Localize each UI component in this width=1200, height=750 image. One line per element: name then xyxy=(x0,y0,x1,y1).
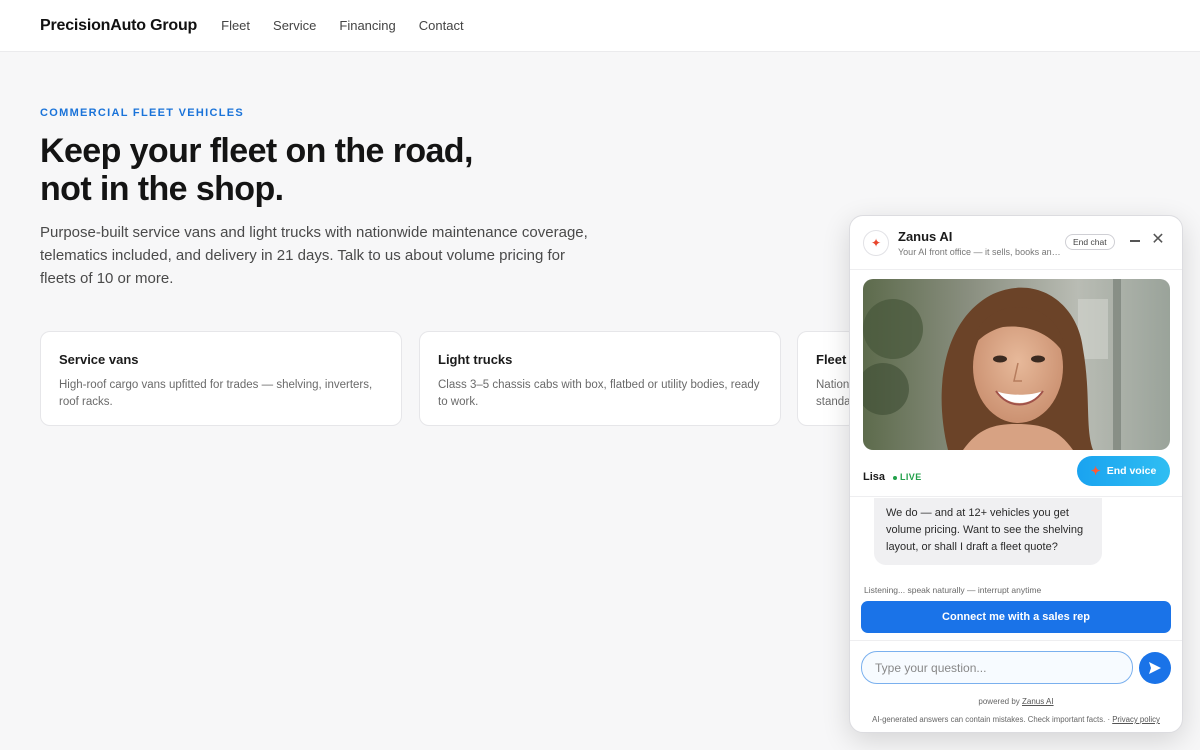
listening-status: Listening... speak naturally — interrupt… xyxy=(864,585,1042,595)
connect-sales-rep-button[interactable]: Connect me with a sales rep xyxy=(861,601,1171,633)
headline-line-1: Keep your fleet on the road, xyxy=(40,132,473,170)
brand-part: Group xyxy=(145,16,198,34)
end-voice-label: End voice xyxy=(1106,465,1157,477)
nav-link-contact[interactable]: Contact xyxy=(419,18,464,33)
powered-prefix: powered by xyxy=(978,697,1022,706)
live-badge: LIVE xyxy=(900,472,922,482)
card-title: Fleet xyxy=(816,352,847,367)
agent-row: Lisa LIVE ✦ End voice xyxy=(863,456,1170,492)
card-service-vans[interactable]: Service vans High-roof cargo vans upfitt… xyxy=(40,331,402,426)
chat-header: ✦ Zanus AI Your AI front office — it sel… xyxy=(850,216,1182,270)
powered-by: powered by Zanus AI xyxy=(850,697,1182,706)
chat-title: Zanus AI xyxy=(898,229,953,244)
close-icon[interactable]: ✕ xyxy=(1151,232,1165,248)
spark-icon: ✦ xyxy=(1090,464,1101,478)
chat-subtitle: Your AI front office — it sells, books a… xyxy=(898,247,1063,257)
privacy-policy-link[interactable]: Privacy policy xyxy=(1112,715,1160,724)
hero-eyebrow: COMMERCIAL FLEET VEHICLES xyxy=(40,107,245,119)
disclaimer-text: AI-generated answers can contain mistake… xyxy=(872,715,1113,724)
brand-part: Precision xyxy=(40,16,111,34)
card-title: Service vans xyxy=(59,352,139,367)
brand-part-accent: Auto xyxy=(110,16,146,34)
minimize-icon[interactable] xyxy=(1128,234,1142,248)
powered-link[interactable]: Zanus AI xyxy=(1022,697,1054,706)
divider xyxy=(850,640,1182,641)
nav-link-financing[interactable]: Financing xyxy=(339,18,395,33)
end-voice-button[interactable]: ✦ End voice xyxy=(1077,456,1170,486)
send-button[interactable] xyxy=(1139,652,1171,684)
disclaimer: AI-generated answers can contain mistake… xyxy=(850,715,1182,724)
headline-line-2: not in the shop. xyxy=(40,170,284,208)
nav-link-fleet[interactable]: Fleet xyxy=(221,18,250,33)
agent-portrait xyxy=(863,279,1170,450)
live-dot-icon xyxy=(893,476,897,480)
assistant-message: We do — and at 12+ vehicles you get volu… xyxy=(874,498,1102,565)
hero-headline: Keep your fleet on the road, not in the s… xyxy=(40,132,600,208)
card-light-trucks[interactable]: Light trucks Class 3–5 chassis cabs with… xyxy=(419,331,781,426)
brand-logo[interactable]: PrecisionAuto Group xyxy=(40,17,197,35)
agent-name: Lisa xyxy=(863,471,886,483)
agent-video xyxy=(863,279,1170,450)
card-title: Light trucks xyxy=(438,352,513,367)
spark-icon: ✦ xyxy=(863,230,889,256)
card-fleet[interactable]: Fleet Nation standa xyxy=(797,331,857,426)
top-nav: PrecisionAuto Group Fleet Service Financ… xyxy=(0,0,1200,52)
nav-link-service[interactable]: Service xyxy=(273,18,316,33)
chat-widget: ✦ Zanus AI Your AI front office — it sel… xyxy=(849,215,1183,733)
card-text: Class 3–5 chassis cabs with box, flatbed… xyxy=(438,379,760,408)
hero-lead: Purpose-built service vans and light tru… xyxy=(40,224,588,287)
divider xyxy=(850,496,1182,497)
chat-input[interactable] xyxy=(861,651,1133,684)
card-text: High-roof cargo vans upfitted for trades… xyxy=(59,379,373,408)
send-icon xyxy=(1149,662,1161,674)
end-chat-button[interactable]: End chat xyxy=(1065,234,1115,250)
